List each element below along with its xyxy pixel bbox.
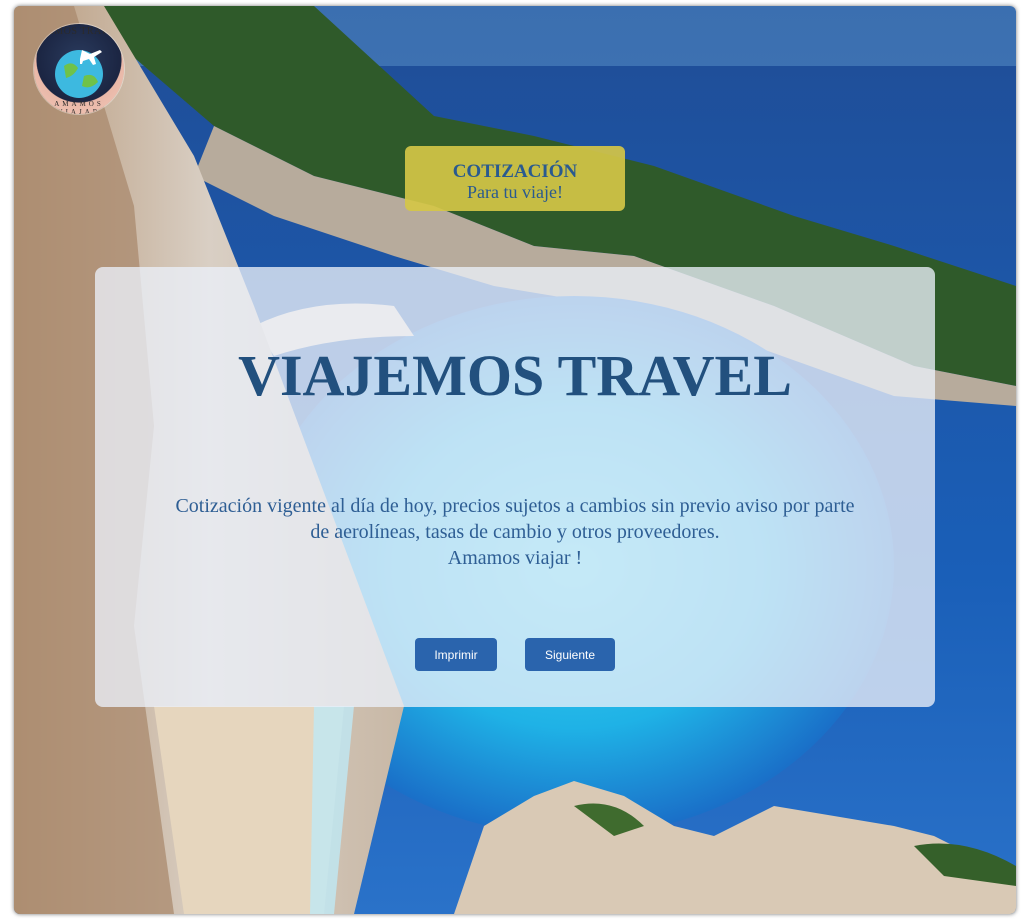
page-frame: JEMOS TRAVE AMAMOS VIAJAR COTIZACIÓN Par…: [14, 6, 1016, 914]
badge-subtitle: Para tu viaje!: [467, 182, 563, 202]
disclaimer-text: Cotización vigente al día de hoy, precio…: [135, 493, 895, 571]
page-title: VIAJEMOS TRAVEL: [238, 343, 792, 408]
disclaimer-line: Cotización vigente al día de hoy, precio…: [175, 495, 855, 517]
quote-badge: COTIZACIÓN Para tu viaje!: [405, 146, 625, 211]
logo-top-text: JEMOS TRAVE: [43, 26, 115, 37]
tagline: Amamos viajar !: [447, 547, 583, 569]
logo-bottom-text: AMAMOS VIAJAR: [54, 100, 104, 114]
badge-title: COTIZACIÓN: [452, 161, 578, 182]
print-button[interactable]: Imprimir: [415, 638, 497, 671]
disclaimer-line: de aerolíneas, tasas de cambio y otros p…: [310, 521, 720, 543]
brand-logo: JEMOS TRAVE AMAMOS VIAJAR: [34, 24, 124, 114]
next-button[interactable]: Siguiente: [525, 638, 615, 671]
info-card: VIAJEMOS TRAVEL Cotización vigente al dí…: [95, 267, 935, 707]
